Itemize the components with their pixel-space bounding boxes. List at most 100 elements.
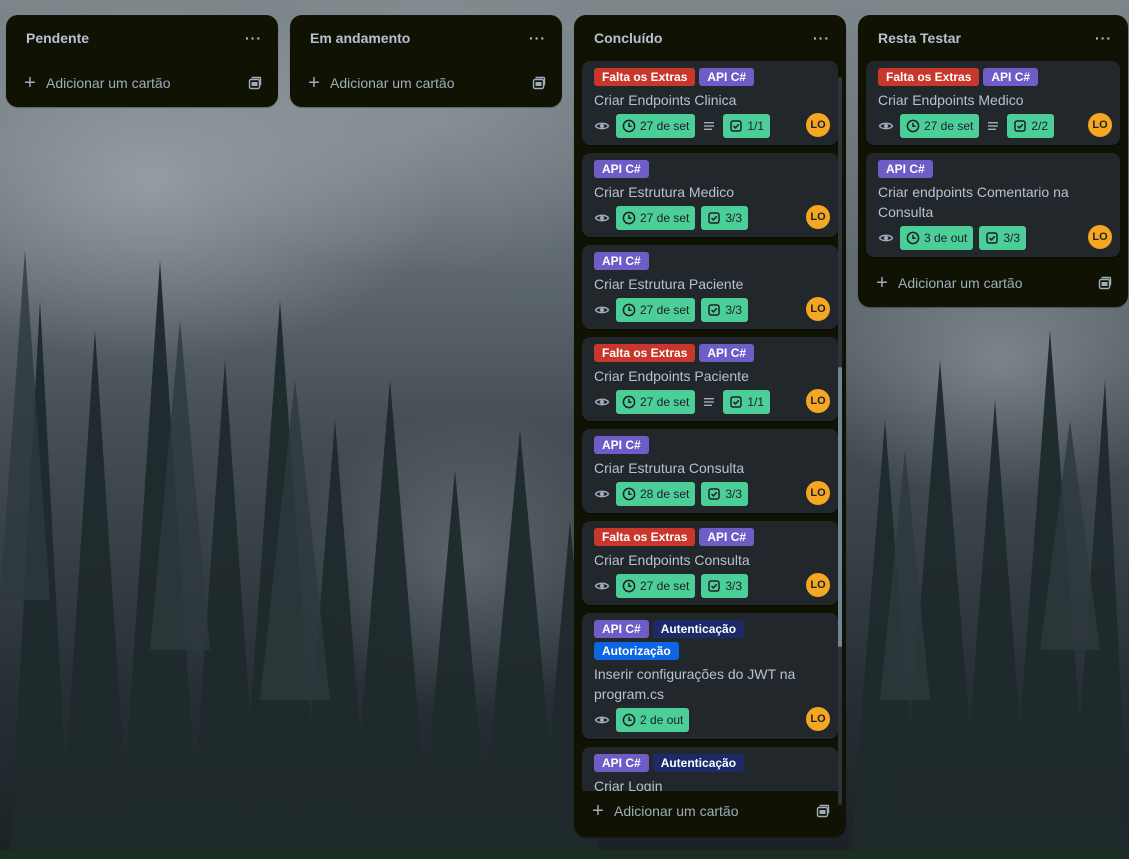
plus-icon: + (592, 800, 604, 822)
card-title: Criar Estrutura Paciente (594, 276, 744, 292)
card[interactable]: API C# Autenticação Autorização Inserir con… (582, 613, 838, 739)
description-icon (704, 122, 715, 130)
card[interactable]: API C# Criar Estrutura Medico 27 de set 3/3… (582, 153, 838, 237)
eye-icon (594, 582, 610, 590)
card-labels: API C# (878, 160, 1108, 178)
member-avatar[interactable]: LO (806, 707, 830, 731)
list-menu-icon[interactable]: ··· (529, 30, 546, 46)
card[interactable]: Falta os Extras API C# Criar Endpoints Cli… (582, 61, 838, 145)
due-date-badge[interactable]: 28 de set (616, 482, 696, 506)
card[interactable]: Falta os Extras API C# Criar Endpoints Pac… (582, 337, 838, 421)
checklist-count: 3/3 (725, 579, 743, 593)
add-card-label: Adicionar um cartão (898, 275, 1023, 291)
due-date-text: 2 de out (640, 713, 684, 727)
checklist-icon (986, 232, 999, 244)
card-label[interactable]: Autenticação (652, 620, 745, 638)
card[interactable]: Falta os Extras API C# Criar Endpoints Con… (582, 521, 838, 605)
add-card-button[interactable]: + Adicionar um cartão (874, 272, 1023, 294)
list-title[interactable]: Em andamento (310, 30, 410, 46)
checklist-badge: 3/3 (701, 298, 749, 322)
list-menu-icon[interactable]: ··· (813, 30, 830, 46)
member-avatar[interactable]: LO (806, 573, 830, 597)
card-label[interactable]: Falta os Extras (594, 528, 696, 546)
eye-icon (594, 398, 610, 406)
checklist-icon (708, 580, 721, 592)
list-menu-icon[interactable]: ··· (245, 30, 262, 46)
card-label[interactable]: Autenticação (652, 754, 745, 772)
clock-icon (622, 487, 636, 501)
member-avatar[interactable]: LO (806, 297, 830, 321)
member-avatar[interactable]: LO (806, 389, 830, 413)
clock-icon (622, 303, 636, 317)
card[interactable]: API C# Criar Estrutura Paciente 27 de set 3… (582, 245, 838, 329)
add-card-label: Adicionar um cartão (330, 75, 455, 91)
card-labels: Falta os Extras API C# (594, 528, 826, 546)
card-label[interactable]: API C# (878, 160, 933, 178)
card-label[interactable]: Falta os Extras (594, 344, 696, 362)
add-card-label: Adicionar um cartão (614, 803, 739, 819)
card-template-icon[interactable] (248, 76, 262, 90)
checklist-count: 1/1 (747, 119, 765, 133)
plus-icon: + (876, 272, 888, 294)
card-badges: 3 de out 3/3 (878, 226, 1108, 250)
card-label[interactable]: API C# (594, 754, 649, 772)
due-date-badge[interactable]: 27 de set (616, 390, 696, 414)
eye-icon (594, 122, 610, 130)
card-label[interactable]: API C# (594, 620, 649, 638)
card-labels: API C# Autenticação Autorização (594, 620, 826, 660)
checklist-badge: 1/1 (723, 390, 771, 414)
card-template-icon[interactable] (532, 76, 546, 90)
member-avatar[interactable]: LO (1088, 113, 1112, 137)
card-label[interactable]: API C# (594, 160, 649, 178)
list-resta-testar: Resta Testar ··· Falta os Extras API C# Cr… (858, 15, 1128, 307)
card-template-icon[interactable] (816, 804, 830, 818)
clock-icon (622, 395, 636, 409)
due-date-badge[interactable]: 27 de set (616, 206, 696, 230)
add-card-row: + Adicionar um cartão (290, 65, 562, 101)
scrollbar-thumb[interactable] (838, 367, 842, 647)
member-avatar[interactable]: LO (806, 205, 830, 229)
add-card-button[interactable]: + Adicionar um cartão (306, 72, 455, 94)
add-card-button[interactable]: + Adicionar um cartão (590, 800, 739, 822)
list-header: Resta Testar ··· (858, 15, 1128, 61)
due-date-badge[interactable]: 27 de set (900, 114, 980, 138)
due-date-badge[interactable]: 27 de set (616, 574, 696, 598)
card-label[interactable]: Falta os Extras (594, 68, 696, 86)
card-labels: Falta os Extras API C# (878, 68, 1108, 86)
card-label[interactable]: API C# (699, 344, 755, 362)
card-label[interactable]: API C# (594, 436, 649, 454)
card[interactable]: API C# Autenticação Criar Login (582, 747, 838, 791)
card-label[interactable]: API C# (983, 68, 1039, 86)
eye-icon (594, 716, 610, 724)
member-avatar[interactable]: LO (806, 481, 830, 505)
member-avatar[interactable]: LO (806, 113, 830, 137)
card[interactable]: Falta os Extras API C# Criar Endpoints Med… (866, 61, 1120, 145)
member-avatar[interactable]: LO (1088, 225, 1112, 249)
list-title[interactable]: Pendente (26, 30, 89, 46)
card-label[interactable]: API C# (699, 68, 755, 86)
list-title[interactable]: Concluído (594, 30, 662, 46)
list-menu-icon[interactable]: ··· (1095, 30, 1112, 46)
card-label[interactable]: API C# (699, 528, 755, 546)
add-card-button[interactable]: + Adicionar um cartão (22, 73, 170, 93)
card-badges: 28 de set 3/3 (594, 482, 826, 506)
card[interactable]: API C# Criar Estrutura Consulta 28 de set 3… (582, 429, 838, 513)
list-title[interactable]: Resta Testar (878, 30, 961, 46)
description-icon (988, 122, 999, 130)
due-date-badge[interactable]: 2 de out (616, 708, 690, 732)
card-template-icon[interactable] (1098, 276, 1112, 290)
card[interactable]: API C# Criar endpoints Comentario na Cons… (866, 153, 1120, 257)
due-date-badge[interactable]: 27 de set (616, 298, 696, 322)
due-date-text: 27 de set (640, 119, 690, 133)
due-date-badge[interactable]: 3 de out (900, 226, 974, 250)
card-label[interactable]: Falta os Extras (878, 68, 980, 86)
card-label[interactable]: Autorização (594, 642, 679, 660)
clock-icon (622, 119, 636, 133)
list-scrollbar[interactable] (838, 77, 842, 805)
plus-icon: + (308, 72, 320, 94)
due-date-badge[interactable]: 27 de set (616, 114, 696, 138)
checklist-icon (708, 212, 721, 224)
list-em-andamento: Em andamento ··· + Adicionar um cartão (290, 15, 562, 107)
card-label[interactable]: API C# (594, 252, 649, 270)
checklist-icon (730, 120, 743, 132)
